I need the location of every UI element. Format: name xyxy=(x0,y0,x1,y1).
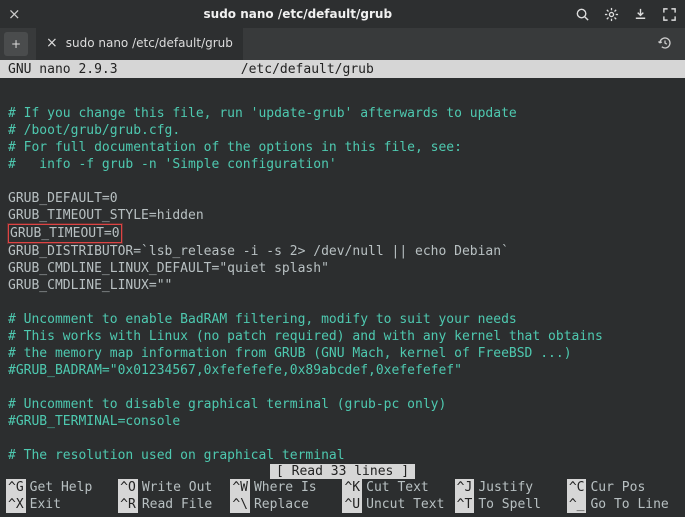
comment-line: # If you change this file, run 'update-g… xyxy=(8,106,517,121)
comment-line: # Uncomment to enable BadRAM filtering, … xyxy=(8,312,517,327)
editor[interactable]: GNU nano 2.9.3 /etc/default/grub # If yo… xyxy=(0,60,685,517)
tab-close-icon[interactable]: × xyxy=(46,35,58,51)
nano-shortcuts: ^GGet Help ^OWrite Out ^WWhere Is ^KCut … xyxy=(0,479,685,517)
shortcut-replace: ^\Replace xyxy=(230,496,342,513)
shortcut-write-out: ^OWrite Out xyxy=(118,479,230,496)
config-line: GRUB_CMDLINE_LINUX_DEFAULT="quiet splash… xyxy=(8,261,329,276)
nano-statusbar: [ Read 33 lines ] xyxy=(0,464,685,479)
download-icon[interactable] xyxy=(633,7,648,22)
shortcut-get-help: ^GGet Help xyxy=(6,479,118,496)
new-tab-button[interactable]: + xyxy=(4,32,28,56)
shortcut-uncut-text: ^UUncut Text xyxy=(342,496,454,513)
tab-bar: + × sudo nano /etc/default/grub xyxy=(0,28,685,60)
editor-content[interactable]: # If you change this file, run 'update-g… xyxy=(0,88,685,464)
shortcut-go-to-line: ^_Go To Line xyxy=(567,496,679,513)
comment-line: # the memory map information from GRUB (… xyxy=(8,346,572,361)
shortcut-justify: ^JJustify xyxy=(455,479,567,496)
shortcut-to-spell: ^TTo Spell xyxy=(455,496,567,513)
nano-version: GNU nano 2.9.3 xyxy=(8,62,118,77)
nano-filename: /etc/default/grub xyxy=(241,62,374,77)
window-title: sudo nano /etc/default/grub xyxy=(204,7,393,21)
config-line-highlighted: GRUB_TIMEOUT=0 xyxy=(8,224,122,243)
history-icon[interactable] xyxy=(657,40,673,54)
comment-line: # info -f grub -n 'Simple configuration' xyxy=(8,157,337,172)
config-line: GRUB_DEFAULT=0 xyxy=(8,191,118,206)
config-line: GRUB_CMDLINE_LINUX="" xyxy=(8,278,172,293)
comment-line: # For full documentation of the options … xyxy=(8,140,462,155)
shortcut-read-file: ^RRead File xyxy=(118,496,230,513)
comment-line: #GRUB_TERMINAL=console xyxy=(8,414,180,429)
search-icon[interactable] xyxy=(575,7,590,22)
shortcut-cur-pos: ^CCur Pos xyxy=(567,479,679,496)
shortcut-cut-text: ^KCut Text xyxy=(342,479,454,496)
gear-icon[interactable] xyxy=(604,7,619,22)
fullscreen-icon[interactable] xyxy=(662,7,677,22)
close-icon[interactable]: × xyxy=(8,5,21,23)
window-titlebar: × sudo nano /etc/default/grub xyxy=(0,0,685,28)
tab-label: sudo nano /etc/default/grub xyxy=(66,36,233,50)
comment-line: # Uncomment to disable graphical termina… xyxy=(8,397,446,412)
comment-line: #GRUB_BADRAM="0x01234567,0xfefefefe,0x89… xyxy=(8,363,462,378)
nano-titlebar: GNU nano 2.9.3 /etc/default/grub xyxy=(0,60,685,78)
config-line: GRUB_DISTRIBUTOR=`lsb_release -i -s 2> /… xyxy=(8,244,509,259)
shortcut-exit: ^XExit xyxy=(6,496,118,513)
shortcut-where-is: ^WWhere Is xyxy=(230,479,342,496)
config-line: GRUB_TIMEOUT_STYLE=hidden xyxy=(8,208,204,223)
tab-active[interactable]: × sudo nano /etc/default/grub xyxy=(36,28,243,60)
comment-line: # The resolution used on graphical termi… xyxy=(8,448,345,463)
comment-line: # /boot/grub/grub.cfg. xyxy=(8,123,180,138)
comment-line: # This works with Linux (no patch requir… xyxy=(8,329,603,344)
